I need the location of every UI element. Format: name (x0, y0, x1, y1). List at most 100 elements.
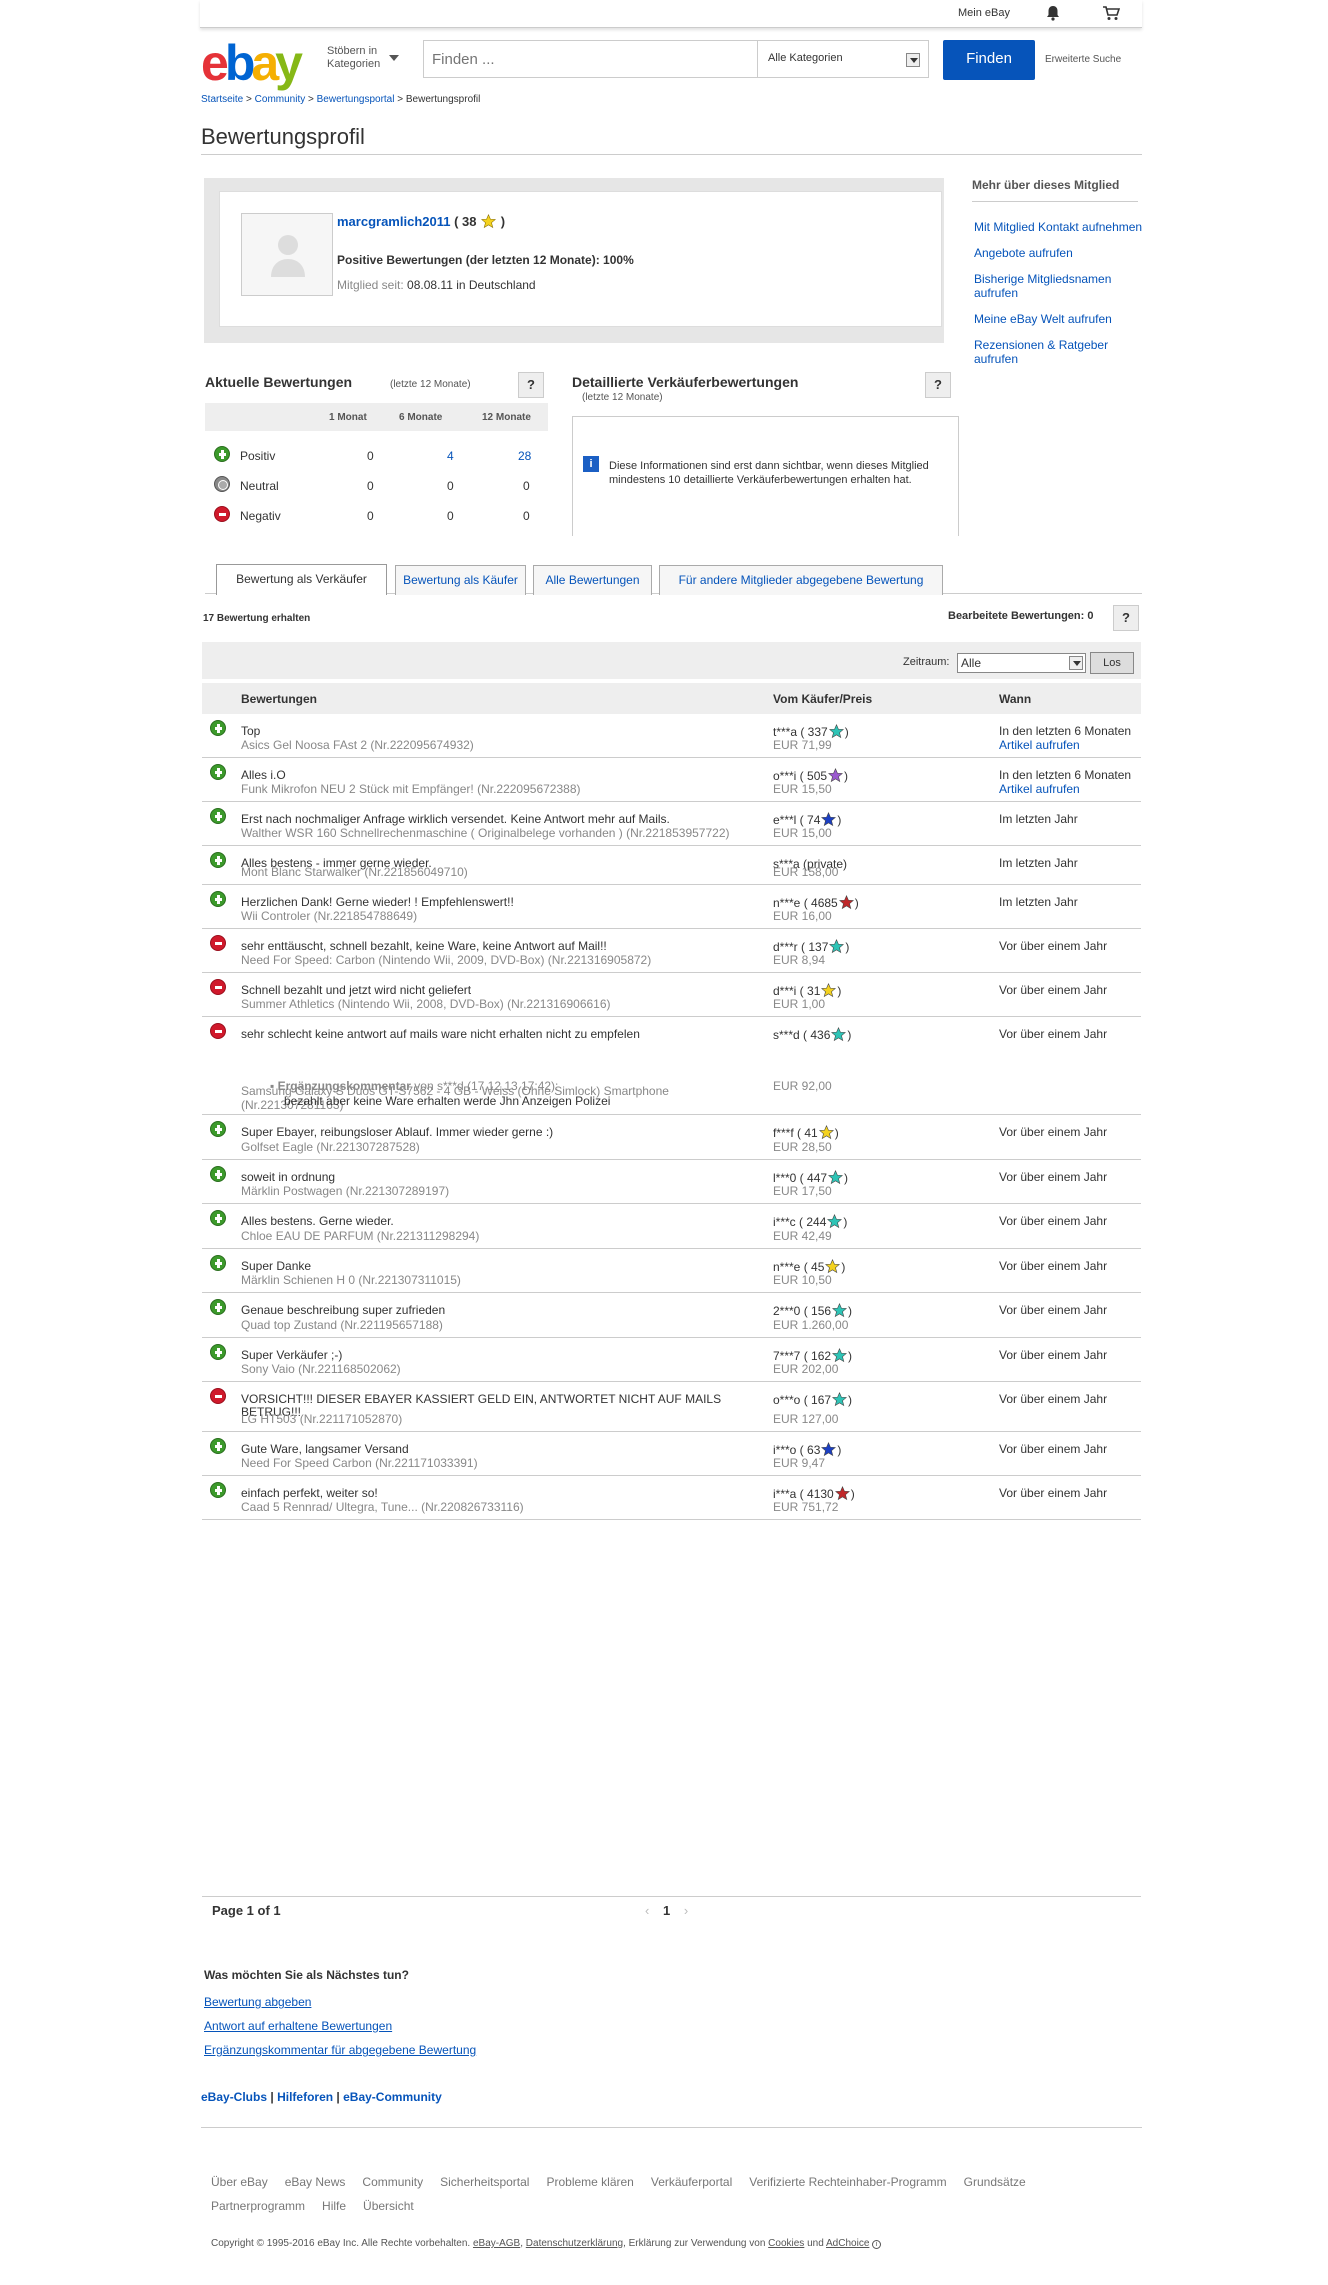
feedback-row: Erst nach nochmaliger Anfrage wirklich v… (202, 802, 1141, 846)
view-item-link[interactable]: Artikel aufrufen (999, 782, 1080, 796)
ebay-logo[interactable]: ebay (201, 38, 303, 88)
footer-link[interactable]: Partnerprogramm (211, 2199, 305, 2213)
footer-link[interactable]: Probleme klären (546, 2175, 633, 2189)
period-select[interactable]: Alle (957, 653, 1086, 673)
next-page-icon[interactable]: › (684, 1903, 688, 1918)
category-select[interactable]: Alle Kategorien (757, 41, 928, 77)
mein-ebay-link[interactable]: Mein eBay (958, 7, 1010, 19)
positive-icon (210, 1482, 226, 1498)
value-12m: 0 (523, 479, 530, 493)
item-price: EUR 1.260,00 (773, 1318, 849, 1332)
tab-all[interactable]: Alle Bewertungen (533, 565, 652, 595)
go-button[interactable]: Los (1090, 652, 1134, 674)
buyer-score-close: ) (848, 1304, 853, 1318)
leave-feedback-link[interactable]: Bewertung abgeben (204, 1990, 476, 2014)
item-price: EUR 202,00 (773, 1362, 839, 1376)
followup-comment-link[interactable]: Ergänzungskommentar für abgegebene Bewer… (204, 2038, 476, 2062)
sidebar-reviews-link[interactable]: Rezensionen & Ratgeber aufrufen (974, 338, 1144, 366)
buyer-name[interactable]: t***a ( 337 (773, 725, 828, 739)
value-12m-link[interactable]: 28 (518, 449, 531, 463)
buyer-name[interactable]: i***c ( 244 (773, 1215, 826, 1229)
breadcrumb-home[interactable]: Startseite (201, 94, 243, 105)
buyer-name[interactable]: o***i ( 505 (773, 769, 827, 783)
buyer-name[interactable]: s***d ( 436 (773, 1028, 830, 1042)
feedback-when: In den letzten 6 Monaten (999, 768, 1132, 782)
buyer-name[interactable]: e***l ( 74 (773, 813, 820, 827)
buyer-name[interactable]: n***e ( 4685 (773, 896, 838, 910)
tab-as-buyer[interactable]: Bewertung als Käufer (395, 565, 526, 595)
clubs-link[interactable]: eBay-Clubs (201, 2090, 267, 2104)
bell-icon[interactable] (1046, 5, 1060, 21)
feedback-item: Märklin Schienen H 0 (Nr.221307311015) (241, 1273, 461, 1287)
value-6m-link[interactable]: 4 (447, 449, 454, 463)
sidebar-previous-names-link[interactable]: Bisherige Mitgliedsnamen aufrufen (974, 272, 1144, 300)
feedback-comment: sehr enttäuscht, schnell bezahlt, keine … (241, 939, 607, 953)
buyer-info: i***a ( 4130) (773, 1485, 855, 1501)
footer-link[interactable]: eBay News (285, 2175, 346, 2189)
advanced-search-link[interactable]: Erweiterte Suche (1045, 54, 1121, 65)
divider (201, 154, 1142, 155)
footer-link[interactable]: Verifizierte Rechteinhaber-Programm (749, 2175, 946, 2189)
prev-page-icon[interactable]: ‹ (645, 1903, 649, 1918)
col-1-month: 1 Monat (329, 412, 367, 423)
buyer-name[interactable]: l***0 ( 447 (773, 1171, 827, 1185)
buyer-name[interactable]: i***a ( 4130 (773, 1487, 834, 1501)
breadcrumb-community[interactable]: Community (255, 94, 306, 105)
buyer-name[interactable]: d***i ( 31 (773, 984, 820, 998)
feedback-row: VORSICHT!!! DIESER EBAYER KASSIERT GELD … (202, 1382, 1141, 1432)
help-button[interactable]: ? (1113, 605, 1139, 631)
find-button[interactable]: Finden (943, 40, 1035, 80)
forums-link[interactable]: Hilfeforen (277, 2090, 333, 2104)
item-price: EUR 127,00 (773, 1412, 839, 1426)
cart-icon[interactable] (1102, 5, 1120, 21)
buyer-name[interactable]: 7***7 ( 162 (773, 1349, 831, 1363)
privacy-link[interactable]: Datenschutzerklärung (526, 2238, 623, 2249)
followup-label: ▪ Ergänzungskommentar (270, 1079, 411, 1093)
adchoice-link[interactable]: AdChoice (826, 2238, 869, 2249)
sidebar-ebay-world-link[interactable]: Meine eBay Welt aufrufen (974, 312, 1144, 326)
positive-icon (210, 764, 226, 780)
reply-feedback-link[interactable]: Antwort auf erhaltene Bewertungen (204, 2014, 476, 2038)
footer-link[interactable]: Community (362, 2175, 423, 2189)
period-value: Alle (961, 656, 982, 670)
footer-link[interactable]: Hilfe (322, 2199, 346, 2213)
username-link[interactable]: marcgramlich2011 (337, 214, 450, 229)
search-input[interactable] (432, 49, 732, 69)
buyer-score-close: ) (843, 1215, 848, 1229)
cookies-link[interactable]: Cookies (768, 2238, 804, 2249)
buyer-name[interactable]: 2***0 ( 156 (773, 1304, 831, 1318)
breadcrumb-portal[interactable]: Bewertungsportal (317, 94, 395, 105)
footer-link[interactable]: Über eBay (211, 2175, 268, 2189)
footer-link[interactable]: Verkäuferportal (651, 2175, 732, 2189)
buyer-name[interactable]: i***o ( 63 (773, 1443, 820, 1457)
value-12m: 0 (523, 509, 530, 523)
footer-link[interactable]: Grundsätze (964, 2175, 1026, 2189)
feedback-list: Top Asics Gel Noosa FAst 2 (Nr.2220956749… (202, 714, 1141, 1520)
tab-given[interactable]: Für andere Mitglieder abgegebene Bewertu… (659, 565, 943, 595)
buyer-name[interactable]: f***f ( 41 (773, 1126, 818, 1140)
buyer-name[interactable]: n***e ( 45 (773, 1260, 824, 1274)
member-since-value: 08.08.11 in Deutschland (407, 278, 536, 292)
feedback-comment: Super Verkäufer ;-) (241, 1348, 343, 1362)
help-button[interactable]: ? (925, 372, 951, 398)
current-ratings-title: Aktuelle Bewertungen (205, 374, 353, 390)
page-number[interactable]: 1 (663, 1903, 670, 1918)
footer-link[interactable]: Sicherheitsportal (440, 2175, 529, 2189)
browse-categories-button[interactable]: Stöbern in Kategorien (327, 45, 399, 71)
star-icon (821, 811, 837, 826)
next-steps-title: Was möchten Sie als Nächstes tun? (204, 1968, 409, 1982)
view-item-link[interactable]: Artikel aufrufen (999, 738, 1080, 752)
item-price: EUR 17,50 (773, 1184, 832, 1198)
footer-link[interactable]: Übersicht (363, 2199, 414, 2213)
buyer-score-close: ) (837, 1443, 842, 1457)
community-link[interactable]: eBay-Community (343, 2090, 442, 2104)
sidebar-contact-link[interactable]: Mit Mitglied Kontakt aufnehmen (974, 220, 1144, 234)
buyer-score-close: ) (841, 1260, 846, 1274)
buyer-name[interactable]: d***r ( 137 (773, 940, 828, 954)
tab-as-seller[interactable]: Bewertung als Verkäufer (216, 564, 387, 595)
terms-link[interactable]: eBay-AGB (473, 2238, 520, 2249)
sidebar-listings-link[interactable]: Angebote aufrufen (974, 246, 1144, 260)
table-header: 1 Monat 6 Monate 12 Monate (205, 403, 548, 431)
buyer-name[interactable]: o***o ( 167 (773, 1393, 831, 1407)
help-button[interactable]: ? (518, 372, 544, 398)
